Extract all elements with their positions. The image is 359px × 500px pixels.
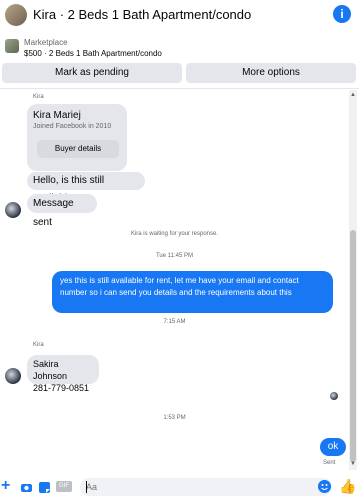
contact-phone: 281-779-0851 [33, 383, 90, 393]
scrollbar-thumb[interactable] [350, 230, 356, 462]
listing-avatar[interactable] [5, 4, 27, 26]
incoming-message: Sakira Johnson 281-779-0851 [27, 355, 99, 393]
like-icon[interactable]: 👍 [339, 478, 356, 495]
mark-as-pending-button[interactable]: Mark as pending [2, 63, 182, 83]
scroll-down-icon[interactable]: ▼ [349, 461, 357, 467]
info-icon[interactable]: i [333, 5, 351, 23]
chat-title[interactable]: Kira · 2 Beds 1 Bath Apartment/condo [33, 7, 251, 22]
sender-name: Kira [33, 342, 44, 348]
incoming-message: Hello, is this still available? [27, 172, 145, 204]
sticker-icon[interactable] [38, 481, 51, 494]
outgoing-message: yes this is still available for rent, le… [52, 271, 333, 313]
text-caret [86, 481, 87, 493]
read-receipt-avatar [330, 392, 338, 400]
listing-summary[interactable]: $500 · 2 Beds 1 Bath Apartment/condo [24, 49, 162, 58]
chat-header: Kira · 2 Beds 1 Bath Apartment/condo i [0, 0, 359, 31]
plus-icon[interactable]: + [1, 478, 10, 494]
avatar[interactable] [5, 368, 21, 384]
avatar[interactable] [5, 202, 21, 218]
timestamp: 7:15 AM [163, 319, 186, 325]
scroll-up-icon[interactable]: ▲ [349, 92, 357, 98]
sender-name: Kira [33, 94, 44, 100]
buyer-name: Kira Mariej [33, 110, 81, 121]
more-options-button[interactable]: More options [186, 63, 356, 83]
camera-icon[interactable] [20, 481, 33, 494]
gif-icon[interactable]: GIF [56, 481, 72, 492]
message-input[interactable] [80, 478, 332, 496]
outgoing-message: ok [320, 438, 346, 456]
timestamp: 1:53 PM [163, 415, 186, 421]
header-divider [0, 88, 359, 89]
marketplace-label: Marketplace [24, 38, 68, 47]
listing-thumbnail[interactable] [5, 39, 19, 53]
waiting-notice: Kira is waiting for your response. [130, 231, 219, 237]
timestamp: Tue 11:45 PM [155, 253, 194, 259]
emoji-icon[interactable] [318, 480, 331, 493]
buyer-details-button[interactable]: Buyer details [37, 140, 119, 158]
contact-name: Sakira Johnson [33, 359, 68, 381]
incoming-message: Message sent [27, 194, 97, 228]
buyer-joined: Joined Facebook in 2010 [33, 123, 112, 130]
sent-status: Sent [323, 460, 336, 466]
